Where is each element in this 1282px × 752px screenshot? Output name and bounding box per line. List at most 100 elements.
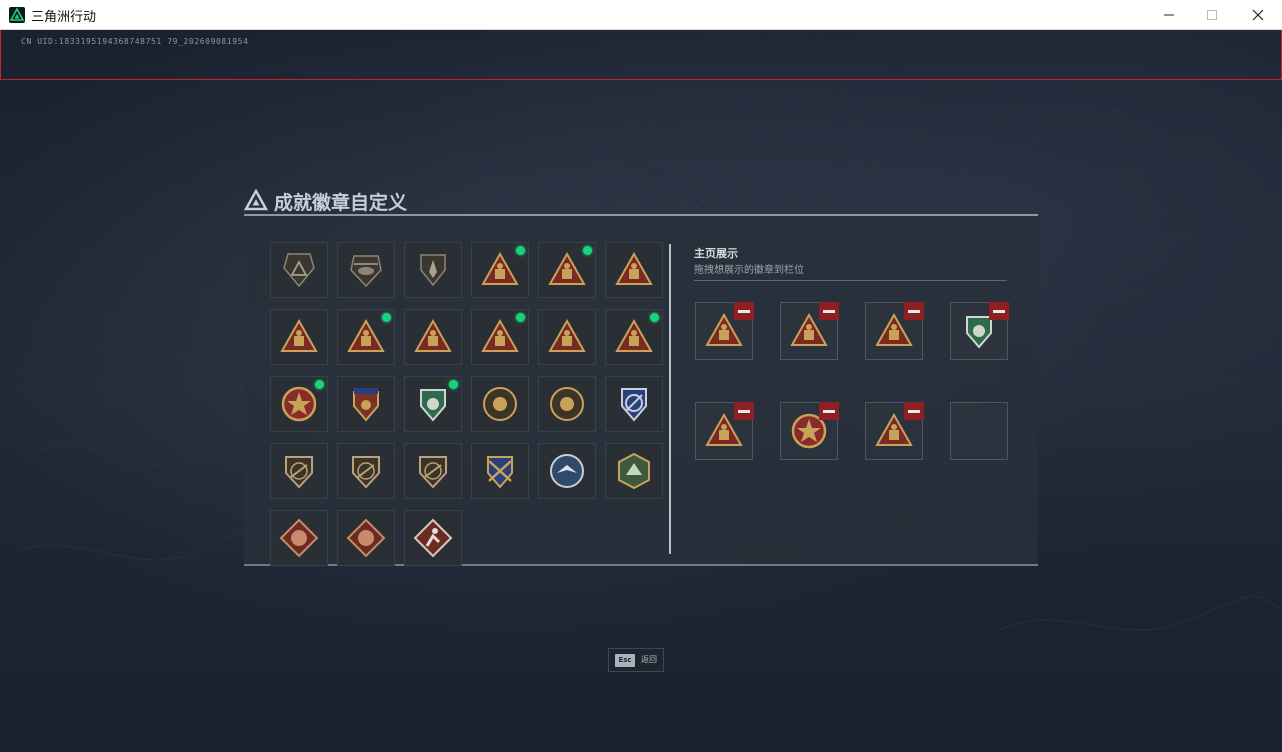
showcase-slot[interactable]	[695, 302, 754, 360]
minimize-icon	[1164, 14, 1174, 16]
badge-cell[interactable]	[270, 510, 328, 566]
showcase-subtitle: 拖拽想展示的徽章到栏位	[694, 265, 804, 276]
minus-icon	[908, 409, 920, 413]
badge-cell[interactable]	[270, 443, 328, 499]
showcase-slot[interactable]	[865, 302, 924, 360]
badge-cell[interactable]	[337, 242, 395, 298]
badge-cell[interactable]	[404, 242, 462, 298]
remove-badge-button[interactable]	[734, 302, 754, 320]
skull-round-badge-icon	[483, 387, 517, 421]
badge-cell[interactable]	[337, 510, 395, 566]
maximize-icon	[1207, 10, 1217, 20]
badge-customize-panel: 主页展示 拖拽想展示的徽章到栏位	[244, 214, 1038, 566]
window-title: 三角洲行动	[31, 10, 97, 25]
badge-cell[interactable]	[270, 309, 328, 365]
showcase-slot[interactable]	[950, 302, 1009, 360]
triangle-logo-icon	[244, 189, 268, 211]
badge-cell[interactable]	[538, 376, 596, 432]
badge-cell[interactable]	[404, 443, 462, 499]
gun-shield-badge-3-icon	[419, 456, 447, 489]
back-button[interactable]: Esc 返回	[608, 648, 664, 672]
cargo-triangle-badge-icon	[481, 251, 519, 285]
dragon-diamond-badge-2-icon	[346, 518, 386, 558]
new-indicator-dot	[382, 313, 391, 322]
game-canvas: CN UID:1833195194368748751 79_2026090819…	[0, 30, 1282, 752]
remove-badge-button[interactable]	[904, 302, 924, 320]
maximize-button[interactable]	[1189, 0, 1235, 30]
soldier-triangle-badge-icon	[548, 318, 586, 352]
remove-badge-button[interactable]	[819, 302, 839, 320]
remove-badge-button[interactable]	[734, 402, 754, 420]
badge-cell[interactable]	[404, 376, 462, 432]
minus-icon	[738, 309, 750, 313]
barrel-58-triangle-badge-icon	[280, 318, 318, 352]
arrow-shield-badge-icon	[420, 254, 446, 287]
badge-cell[interactable]	[538, 242, 596, 298]
wings-round-badge-icon	[550, 387, 584, 421]
badge-cell[interactable]	[471, 376, 529, 432]
rocket-triangle-badge-icon	[615, 318, 653, 352]
green-wolf-hex-badge-icon	[618, 452, 650, 490]
badge-cell[interactable]	[605, 443, 663, 499]
showcase-slot[interactable]	[780, 402, 839, 460]
badge-cell[interactable]	[605, 309, 663, 365]
showcase-slot[interactable]	[865, 402, 924, 460]
badge-cell[interactable]	[538, 443, 596, 499]
close-icon	[1252, 9, 1264, 21]
esc-key-icon: Esc	[615, 654, 635, 667]
dragon-diamond-badge-1-icon	[279, 518, 319, 558]
showcase-slot[interactable]	[780, 302, 839, 360]
badge-cell[interactable]	[538, 309, 596, 365]
player-uid: CN UID:1833195194368748751 79_2026090819…	[21, 37, 249, 46]
minimize-button[interactable]	[1146, 0, 1192, 30]
badge-cell[interactable]	[605, 242, 663, 298]
minus-icon	[993, 309, 1005, 313]
remove-badge-button[interactable]	[989, 302, 1009, 320]
crossed-rifles-badge-icon	[487, 456, 513, 489]
window-titlebar: 三角洲行动	[0, 0, 1282, 30]
blue-compass-badge-icon	[621, 388, 647, 422]
remove-badge-button[interactable]	[819, 402, 839, 420]
crate-triangle-badge-icon	[615, 251, 653, 285]
new-indicator-dot	[516, 246, 525, 255]
new-indicator-dot	[449, 380, 458, 389]
showcase-title: 主页展示	[694, 247, 738, 260]
page-title: 成就徽章自定义	[274, 192, 408, 214]
badge-cell[interactable]	[337, 443, 395, 499]
red-star-medal-badge-icon	[281, 386, 317, 422]
ship-triangle-badge-icon	[347, 318, 385, 352]
gun-shield-badge-1-icon	[285, 456, 313, 489]
new-indicator-dot	[583, 246, 592, 255]
divider	[694, 280, 1007, 281]
badge-cell[interactable]	[270, 376, 328, 432]
eagle-round-badge-icon	[550, 454, 584, 488]
minus-icon	[908, 309, 920, 313]
vault-triangle-badge-icon	[481, 318, 519, 352]
stars-shield-medal-badge-icon	[353, 388, 379, 422]
badge-cell[interactable]	[404, 309, 462, 365]
close-button[interactable]	[1235, 0, 1281, 30]
badge-cell[interactable]	[605, 376, 663, 432]
app-logo-icon	[9, 7, 25, 23]
badge-grid-scrollbar[interactable]	[669, 244, 671, 554]
badge-cell[interactable]	[471, 309, 529, 365]
showcase-slot[interactable]	[695, 402, 754, 460]
badge-cell[interactable]	[270, 242, 328, 298]
runner-diamond-badge-icon	[413, 518, 453, 558]
triangle-mountain-badge-icon	[283, 253, 315, 288]
new-indicator-dot	[650, 313, 659, 322]
green-eagle-shield-badge-icon	[420, 389, 446, 422]
new-indicator-dot	[516, 313, 525, 322]
badge-cell[interactable]	[471, 242, 529, 298]
vest-56-triangle-badge-icon	[548, 251, 586, 285]
badge-cell[interactable]	[337, 309, 395, 365]
badge-cell[interactable]	[404, 510, 462, 566]
minus-icon	[823, 309, 835, 313]
showcase-slot-empty[interactable]	[950, 402, 1008, 460]
badge-cell[interactable]	[471, 443, 529, 499]
gun-shield-badge-2-icon	[352, 456, 380, 489]
remove-badge-button[interactable]	[904, 402, 924, 420]
back-label: 返回	[641, 655, 657, 664]
new-indicator-dot	[315, 380, 324, 389]
badge-cell[interactable]	[337, 376, 395, 432]
